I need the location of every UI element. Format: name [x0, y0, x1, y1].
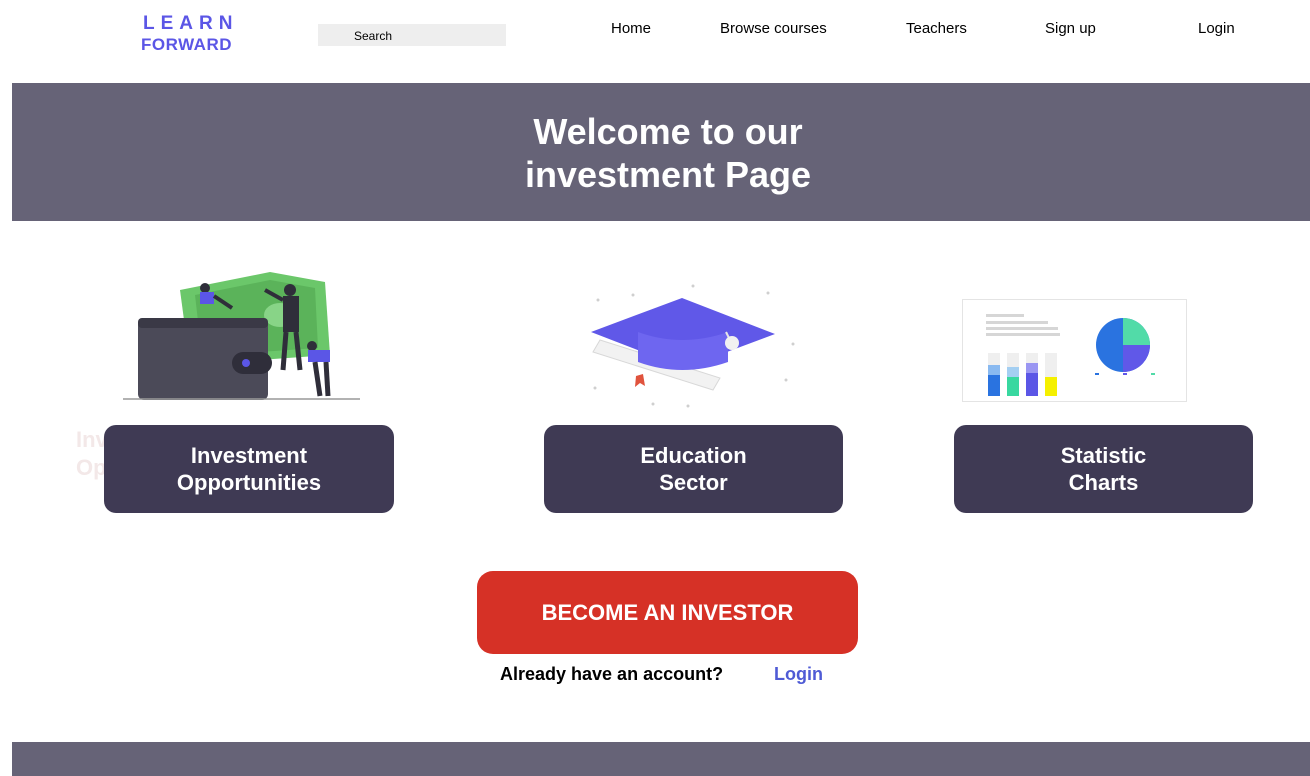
become-investor-button[interactable]: BECOME AN INVESTOR [477, 571, 858, 654]
hero-title-line1: Welcome to our [533, 111, 803, 152]
statistic-card-line2: Charts [1068, 470, 1139, 495]
hero-title: Welcome to our investment Page [0, 110, 1310, 196]
education-sector-card[interactable]: Education Sector [544, 425, 843, 513]
search-input[interactable] [318, 24, 506, 46]
nav-sign-up[interactable]: Sign up [1045, 20, 1096, 37]
login-link[interactable]: Login [774, 664, 823, 685]
hero-title-line2: investment Page [524, 154, 812, 195]
statistic-charts-illustration [962, 299, 1187, 402]
investment-opportunities-card[interactable]: Investment Opportunities [104, 425, 394, 513]
investment-card-line1: Investment [190, 443, 308, 468]
statistic-charts-card[interactable]: Statistic Charts [954, 425, 1253, 513]
investment-card-line2: Opportunities [176, 470, 322, 495]
logo-learn[interactable]: LEARN [143, 13, 238, 35]
account-prompt: Already have an account? [500, 664, 724, 684]
search-placeholder: Search [354, 29, 393, 43]
education-card-line2: Sector [659, 470, 728, 495]
nav-login[interactable]: Login [1198, 20, 1235, 37]
graduation-cap-illustration [591, 284, 795, 408]
nav-browse-courses[interactable]: Browse courses [720, 20, 827, 37]
education-card-line1: Education [640, 443, 747, 468]
statistic-card-line1: Statistic [1060, 443, 1147, 468]
nav-home[interactable]: Home [611, 20, 651, 37]
footer-bar [12, 742, 1310, 776]
wallet-money-illustration [123, 272, 360, 400]
logo-forward[interactable]: FORWARD [141, 35, 232, 55]
nav-teachers[interactable]: Teachers [906, 20, 967, 37]
